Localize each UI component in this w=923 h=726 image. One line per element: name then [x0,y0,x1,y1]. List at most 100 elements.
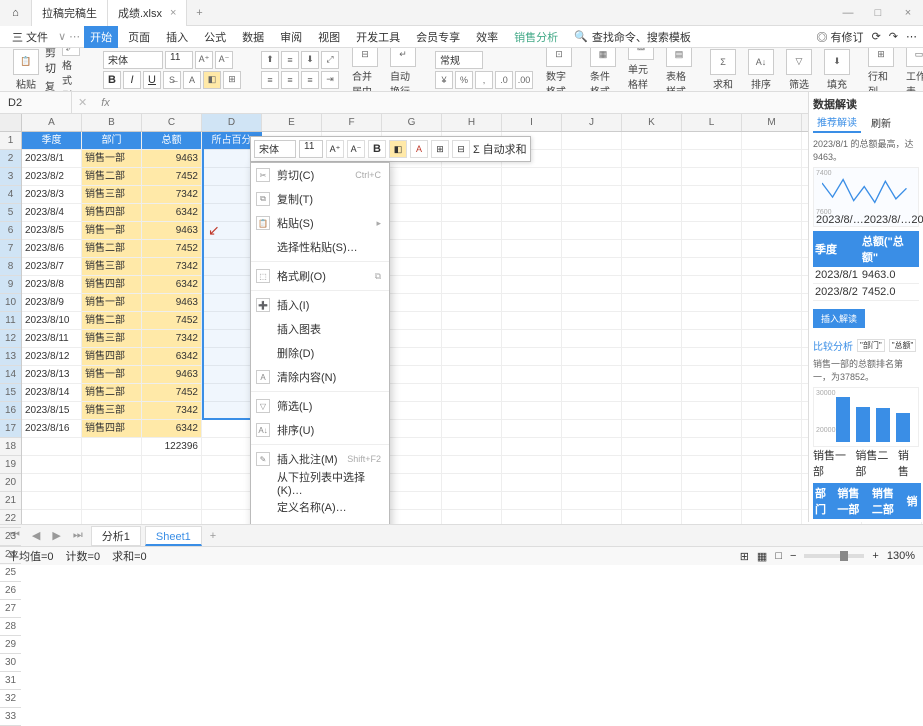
data-cell[interactable]: 2023/8/5 [22,222,82,240]
data-cell[interactable] [442,438,502,456]
mini-inc-icon[interactable]: A⁺ [326,140,344,158]
row-header-25[interactable]: 25 [0,564,21,582]
align-mid-icon[interactable]: ≡ [281,51,299,69]
data-cell[interactable]: 销售二部 [82,168,142,186]
mini-fill-icon[interactable]: ◧ [389,140,407,158]
col-header-G[interactable]: G [382,114,442,131]
side-insert-btn-1[interactable]: 插入解读 [813,309,865,328]
share-icon[interactable]: ↷ [889,30,898,43]
row-header-11[interactable]: 11 [0,312,21,330]
col-header-F[interactable]: F [322,114,382,131]
row-header-14[interactable]: 14 [0,366,21,384]
row-header-18[interactable]: 18 [0,438,21,456]
data-cell[interactable]: 2023/8/11 [22,330,82,348]
row-header-2[interactable]: 2 [0,150,21,168]
data-cell[interactable]: 7452 [142,312,202,330]
sort-button[interactable]: A↓排序 [745,49,777,91]
tab-home[interactable]: ⌂ [0,0,32,26]
menu-data[interactable]: 数据 [236,26,270,48]
data-cell[interactable]: 9463 [142,222,202,240]
row-header-33[interactable]: 33 [0,708,21,726]
col-header-A[interactable]: A [22,114,82,131]
ctx-item[interactable]: ✎插入批注(M)Shift+F2 [251,447,389,471]
menu-efficiency[interactable]: 效率 [470,26,504,48]
row-header-9[interactable]: 9 [0,276,21,294]
ctx-item[interactable]: ✂剪切(C)Ctrl+C [251,163,389,187]
row-header-3[interactable]: 3 [0,168,21,186]
cancel-formula-icon[interactable]: ✕ [72,96,93,109]
mini-sum-button[interactable]: Σ 自动求和 [473,141,527,157]
row-header-20[interactable]: 20 [0,474,21,492]
row-header-30[interactable]: 30 [0,654,21,672]
view-pagelayout-icon[interactable]: ▦ [757,550,767,563]
cut-button[interactable]: ✂ 剪切 [45,48,56,76]
fill-button[interactable]: ⬇填充 [821,49,853,91]
row-header-31[interactable]: 31 [0,672,21,690]
data-cell[interactable]: 销售三部 [82,258,142,276]
zoom-out-icon[interactable]: − [790,550,796,562]
mini-border-icon[interactable]: ⊞ [431,140,449,158]
ctx-item[interactable]: 插入图表 [251,317,389,341]
col-header-C[interactable]: C [142,114,202,131]
row-header-12[interactable]: 12 [0,330,21,348]
data-cell[interactable]: 销售四部 [82,204,142,222]
menu-member[interactable]: 会员专享 [410,26,466,48]
header-cell[interactable]: 总额 [142,132,202,150]
sheet-nav-prev[interactable]: ◀ [28,529,44,542]
data-cell[interactable]: 7452 [142,168,202,186]
data-cell[interactable] [22,438,82,456]
zoom-in-icon[interactable]: + [872,550,878,562]
zoom-slider[interactable] [804,554,864,558]
cells[interactable]: 季度部门总额所占百分2023/8/1销售一部94632023/8/2销售二部74… [22,132,923,524]
data-cell[interactable]: 2023/8/1 [22,150,82,168]
sheet-nav-next[interactable]: ▶ [48,529,64,542]
data-cell[interactable]: 2023/8/3 [22,186,82,204]
align-bot-icon[interactable]: ⬇ [301,51,319,69]
mini-font[interactable]: 宋体 [254,140,296,158]
dec-dec-icon[interactable]: .00 [515,71,533,89]
tab-add[interactable]: + [187,7,211,19]
number-type-button[interactable]: ⊡数字格式 [543,48,575,92]
percent-icon[interactable]: % [455,71,473,89]
data-cell[interactable]: 6342 [142,420,202,438]
row-header-27[interactable]: 27 [0,600,21,618]
ctx-item[interactable]: 从下拉列表中选择(K)… [251,471,389,495]
size-select[interactable]: 11 [165,51,193,69]
row-header-15[interactable]: 15 [0,384,21,402]
max-button[interactable]: □ [863,7,893,19]
data-cell[interactable] [742,438,802,456]
ctx-item[interactable]: 🔗超链接(H)…Ctrl+K [251,519,389,524]
select-all-corner[interactable] [0,114,21,132]
menu-start[interactable]: 开始 [84,26,118,48]
merge-button[interactable]: ⊟合并居中 [349,48,381,92]
data-cell[interactable]: 7342 [142,258,202,276]
col-header-L[interactable]: L [682,114,742,131]
decrease-size-icon[interactable]: A⁻ [215,51,233,69]
strike-icon[interactable]: S̶ [163,71,181,89]
data-cell[interactable]: 7342 [142,330,202,348]
mini-merge-icon[interactable]: ⊟ [452,140,470,158]
ctx-item[interactable]: ▽筛选(L) [251,394,389,418]
view-normal-icon[interactable]: ⊞ [740,550,749,563]
row-header-21[interactable]: 21 [0,492,21,510]
filter-button[interactable]: ▽筛选 [783,49,815,91]
min-button[interactable]: — [833,7,863,19]
mini-fontcolor-icon[interactable]: A [410,140,428,158]
ctx-item[interactable]: 删除(D) [251,341,389,365]
align-top-icon[interactable]: ⬆ [261,51,279,69]
data-cell[interactable]: 9463 [142,150,202,168]
row-header-24[interactable]: 24 [0,546,21,564]
data-cell[interactable]: 2023/8/10 [22,312,82,330]
cell-style-button[interactable]: ▨单元格样式 [625,48,657,92]
col-header-M[interactable]: M [742,114,802,131]
data-cell[interactable]: 2023/8/9 [22,294,82,312]
fill-color-icon[interactable]: ◧ [203,71,221,89]
row-header-26[interactable]: 26 [0,582,21,600]
side-tab-refresh[interactable]: 刷新 [867,113,895,132]
data-cell[interactable]: 2023/8/15 [22,402,82,420]
row-header-29[interactable]: 29 [0,636,21,654]
sheet-button[interactable]: ▭工作表 [903,48,923,92]
command-search[interactable]: 🔍查找命令、搜索模板 [574,29,691,45]
orientation-icon[interactable]: ⤢ [321,51,339,69]
rowcol-button[interactable]: ⊞行和列 [865,48,897,92]
